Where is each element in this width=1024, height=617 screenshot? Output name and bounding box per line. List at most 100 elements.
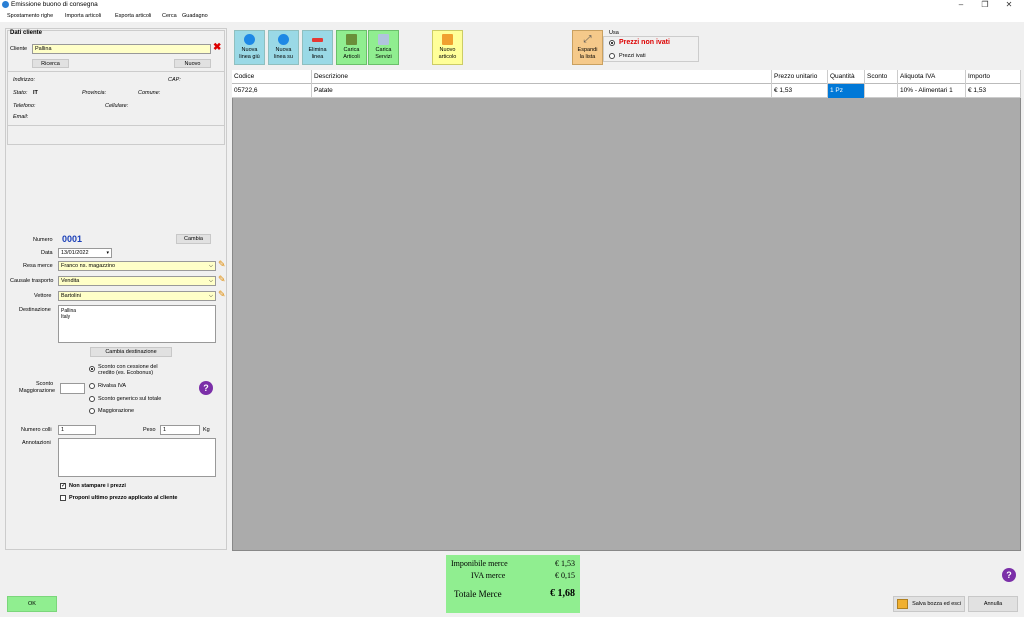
radio-prezzi-non-ivati[interactable] [609,40,615,46]
chevron-down-icon: ⌵ [208,293,213,299]
menu-importa-articoli[interactable]: Importa articoli [65,13,101,19]
edit-pencil-icon[interactable]: ✎ [218,289,226,300]
radio-sconto-totale[interactable] [89,396,95,402]
col-importo[interactable]: Importo [966,70,1021,84]
cap-label: CAP: [168,77,181,83]
radio-maggiorazione[interactable] [89,408,95,414]
title-bar: Emissione buono di consegna – ❐ ✕ [0,0,1024,10]
elimina-linea-button[interactable]: Elimina linea [302,30,333,65]
cell-descrizione[interactable]: Patate [312,84,772,98]
ricerca-button[interactable]: Ricerca [32,59,69,68]
cliente-field[interactable]: Pallina [32,44,211,54]
data-value: 13/01/2022 [61,250,89,256]
col-descrizione[interactable]: Descrizione [312,70,772,84]
espandi-lista-button[interactable]: ⤢ Espandi la lista [572,30,603,65]
cell-sconto[interactable] [865,84,898,98]
opt-rivalsa: Rivalsa IVA [98,383,127,389]
radio-rivalsa[interactable] [89,383,95,389]
ok-button[interactable]: OK [7,596,57,612]
sconto-input[interactable] [60,383,85,394]
stato-label: Stato: [13,90,28,96]
non-stampare-checkbox[interactable]: ✓ [60,483,66,489]
document-icon [378,34,389,45]
data-field[interactable]: 13/01/2022 ▾ [58,248,112,258]
carica-articoli-button[interactable]: Carica Articoli [336,30,367,65]
resa-select[interactable]: Franco ns. magazzino ⌵ [58,261,216,271]
vettore-select[interactable]: Bartolini ⌵ [58,291,216,301]
espandi-line1: Espandi [577,47,598,53]
help-icon[interactable]: ? [199,381,213,395]
col-prezzo-unitario[interactable]: Prezzo unitario [772,70,828,84]
numero-value: 0001 [62,234,83,244]
cell-importo[interactable]: € 1,53 [966,84,1021,98]
espandi-line2: la lista [579,54,596,60]
col-quantita[interactable]: Quantità [828,70,865,84]
expand-icon: ⤢ [583,34,592,45]
totale-value: € 1,68 [550,588,575,599]
menu-cerca[interactable]: Cerca [162,13,177,19]
nuova-linea-su-button[interactable]: Nuova linea su [268,30,299,65]
opt-maggiorazione: Maggiorazione [98,408,135,414]
causale-select[interactable]: Vendita ⌵ [58,276,216,286]
col-codice[interactable]: Codice [232,70,312,84]
stato-value: IT [33,90,38,96]
table-row[interactable]: 05722,6 Patate € 1,53 1 Pz 10% - Aliment… [232,84,1021,98]
cell-codice[interactable]: 05722,6 [232,84,312,98]
email-label: Email: [13,114,29,120]
prezzi-non-ivati-label: Prezzi non ivati [619,39,670,46]
colli-input[interactable]: 1 [58,425,96,435]
col-sconto[interactable]: Sconto [865,70,898,84]
help-icon[interactable]: ? [1002,568,1016,582]
nuovo-articolo-line1: Nuovo [439,47,456,53]
cambia-destinazione-button[interactable]: Cambia destinazione [90,347,172,357]
edit-pencil-icon[interactable]: ✎ [218,259,226,270]
nuova-su-line1: Nuova [275,47,292,53]
annotazioni-label: Annotazioni [22,440,51,446]
clear-cliente-icon[interactable]: ✖ [213,43,221,53]
forklift-icon [346,34,357,45]
carica-servizi-line1: Carica [375,47,392,53]
carica-servizi-button[interactable]: Carica Servizi [368,30,399,65]
nuovo-cliente-button[interactable]: Nuovo [174,59,211,68]
window-title: Emissione buono di consegna [11,1,98,8]
resa-value: Franco ns. magazzino [61,263,116,269]
calendar-dropdown-icon[interactable]: ▾ [106,249,109,257]
close-button[interactable]: ✕ [994,0,1024,10]
salva-bozza-button[interactable]: Salva bozza ed esci [893,596,965,612]
cliente-details-box: Indirizzo: CAP: Stato: IT Provincia: Com… [7,71,225,126]
annotazioni-textarea[interactable] [58,438,216,477]
salva-bozza-label: Salva bozza ed esci [912,601,961,607]
peso-label: Peso [143,427,156,433]
radio-ecobonus[interactable] [89,366,95,372]
indirizzo-label: Indirizzo: [13,77,36,83]
destinazione-textarea[interactable]: Pallina Italy [58,305,216,343]
cell-prezzo-unitario[interactable]: € 1,53 [772,84,828,98]
nuova-giu-line2: linea giù [239,54,260,60]
cambia-numero-button[interactable]: Cambia [176,234,211,244]
vettore-label: Vettore [34,293,52,299]
radio-prezzi-ivati[interactable] [609,53,615,59]
carica-articoli-line2: Articoli [343,54,360,60]
sconto-label: Sconto [36,381,54,387]
folder-icon [897,599,908,609]
menu-guadagno[interactable]: Guadagno [182,13,208,19]
menu-spostamento-righe[interactable]: Spostamento righe [7,13,53,19]
iva-value: € 0,15 [555,571,575,580]
cell-aliquota-iva[interactable]: 10% - Alimentari 1 [898,84,966,98]
opt-ecobonus-line2: credito (es. Ecobonus) [98,370,154,376]
colli-label: Numero colli [21,427,52,433]
peso-unit: Kg [203,427,210,433]
annulla-button[interactable]: Annulla [968,596,1018,612]
nuovo-articolo-button[interactable]: Nuovo articolo [432,30,463,65]
col-aliquota-iva[interactable]: Aliquota IVA [898,70,966,84]
cell-quantita[interactable]: 1 Pz [828,84,865,98]
items-grid[interactable] [232,70,1021,551]
elimina-line1: Elimina [308,47,327,53]
peso-input[interactable]: 1 [160,425,200,435]
edit-pencil-icon[interactable]: ✎ [218,274,226,285]
telefono-label: Telefono: [13,103,36,109]
proponi-checkbox[interactable] [60,495,66,501]
resa-label: Resa merce [23,263,53,269]
nuova-linea-giu-button[interactable]: Nuova linea giù [234,30,265,65]
menu-esporta-articoli[interactable]: Esporta articoli [115,13,151,19]
